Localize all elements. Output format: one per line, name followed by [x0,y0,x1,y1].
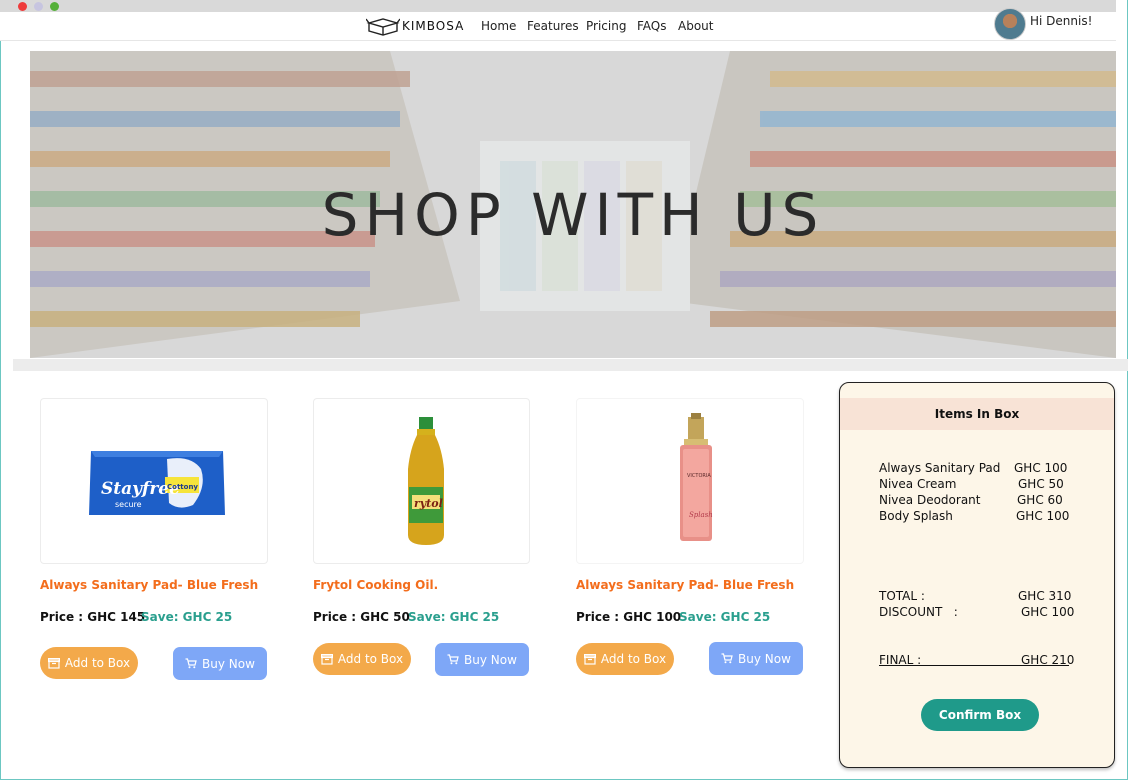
product-price: Price : GHC 145 [40,610,146,624]
cart-icon [185,658,197,669]
buy-now-label: Buy Now [202,656,255,671]
user-avatar[interactable] [994,8,1026,40]
section-divider [13,359,1128,371]
box-item-price: GHC 50 [1018,477,1064,491]
add-to-box-button[interactable]: Add to Box [313,643,411,675]
box-item-price: GHC 60 [1017,493,1063,507]
box-item-name: Nivea Cream [879,477,957,491]
nav-about-link[interactable]: About [678,19,713,33]
total-value: GHC 310 [1018,589,1072,603]
product-save: Save: GHC 25 [408,610,500,624]
cart-icon [721,653,733,664]
box-icon [320,653,333,665]
buy-now-button[interactable]: Buy Now [173,647,267,680]
product-image-card[interactable]: Stayfree secure Cottony [40,398,268,564]
box-item-name: Always Sanitary Pad [879,461,1001,475]
box-icon [47,657,60,669]
product-save: Save: GHC 25 [679,610,771,624]
brand-logo[interactable]: KIMBOSA [366,15,464,37]
box-item-name: Body Splash [879,509,953,523]
nav-faqs-link[interactable]: FAQs [637,19,667,33]
add-to-box-button[interactable]: Add to Box [40,647,138,679]
buy-now-button[interactable]: Buy Now [435,643,529,676]
hero-banner: SHOP WITH US [30,51,1116,358]
product-image-card[interactable]: VICTORIA Splash [576,398,804,564]
maximize-window-button[interactable] [50,2,59,11]
top-navbar: KIMBOSA Home Features Pricing FAQs About [0,12,1116,41]
cart-icon [447,654,459,665]
product-name[interactable]: Always Sanitary Pad- Blue Fresh [40,578,258,592]
user-greeting: Hi Dennis! [1030,14,1093,28]
box-item-name: Nivea Deodorant [879,493,981,507]
window-titlebar [0,0,1116,12]
total-label: TOTAL : [879,589,925,603]
add-to-box-label: Add to Box [64,656,131,670]
hero-title: SHOP WITH US [321,181,825,249]
product-save: Save: GHC 25 [141,610,233,624]
nav-home-link[interactable]: Home [481,19,516,33]
product-price: Price : GHC 50 [313,610,410,624]
add-to-box-label: Add to Box [337,652,404,666]
buy-now-label: Buy Now [464,652,517,667]
cooking-oil-bottle-image: rytol [408,417,444,545]
box-panel-title: Items In Box [840,398,1114,430]
sanitary-pad-pack-image: Stayfree secure Cottony [89,451,225,515]
svg-text:secure: secure [115,500,142,509]
product-name[interactable]: Always Sanitary Pad- Blue Fresh [576,578,794,592]
final-underline [879,665,1069,666]
open-box-logo-icon [366,18,400,36]
discount-value: GHC 100 [1021,605,1075,619]
box-icon [583,653,596,665]
body-splash-bottle-image: VICTORIA Splash [680,413,713,541]
add-to-box-label: Add to Box [600,652,667,666]
svg-text:rytol: rytol [414,497,443,510]
product-image-card[interactable]: rytol [313,398,530,564]
product-price: Price : GHC 100 [576,610,682,624]
add-to-box-button[interactable]: Add to Box [576,643,674,675]
close-window-button[interactable] [18,2,27,11]
nav-features-link[interactable]: Features [527,19,579,33]
svg-text:Cottony: Cottony [167,483,198,491]
buy-now-button[interactable]: Buy Now [709,642,803,675]
nav-pricing-link[interactable]: Pricing [586,19,626,33]
buy-now-label: Buy Now [738,651,791,666]
items-in-box-panel: Items In Box Always Sanitary Pad GHC 100… [839,382,1115,768]
discount-label: DISCOUNT : [879,605,958,619]
product-name[interactable]: Frytol Cooking Oil. [313,578,438,592]
confirm-box-button[interactable]: Confirm Box [921,699,1039,731]
brand-name: KIMBOSA [402,19,465,33]
box-item-price: GHC 100 [1014,461,1068,475]
svg-text:VICTORIA: VICTORIA [687,473,711,479]
minimize-window-button[interactable] [34,2,43,11]
svg-text:Splash: Splash [689,511,713,519]
box-item-price: GHC 100 [1016,509,1070,523]
